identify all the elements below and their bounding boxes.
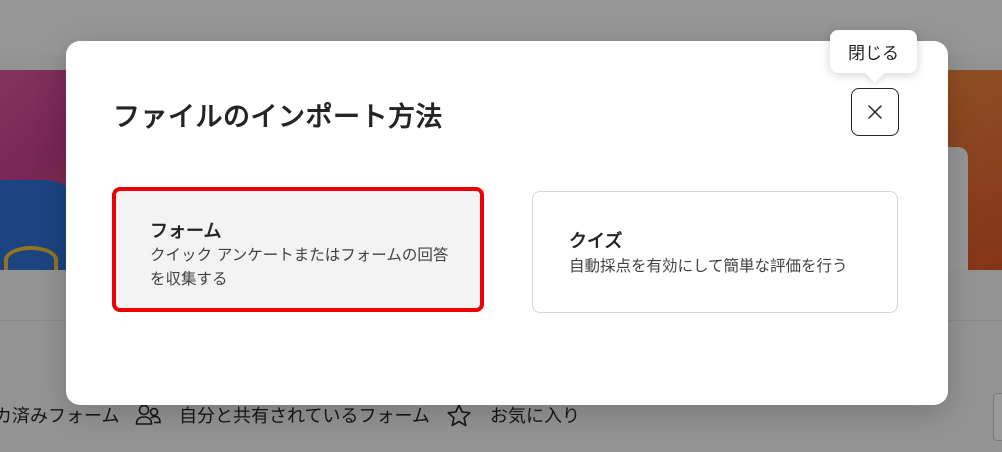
option-forms[interactable]: フォーム クイック アンケートまたはフォームの回答を収集する [112,187,484,312]
option-title: フォーム [150,221,222,242]
option-quiz[interactable]: クイズ 自動採点を有効にして簡単な評価を行う [532,191,898,313]
close-button[interactable] [851,88,899,136]
option-description: クイック アンケートまたはフォームの回答を収集する [150,246,449,288]
tooltip-text: 閉じる [848,44,899,64]
close-icon [868,105,882,119]
close-tooltip: 閉じる [830,30,917,73]
import-dialog: ファイルのインポート方法 閉じる フォーム クイック アンケートまたはフォームの… [66,30,948,405]
dialog-title: ファイルのインポート方法 [113,102,443,133]
option-description: 自動採点を有効にして簡単な評価を行う [569,257,848,275]
option-title: クイズ [569,231,623,252]
